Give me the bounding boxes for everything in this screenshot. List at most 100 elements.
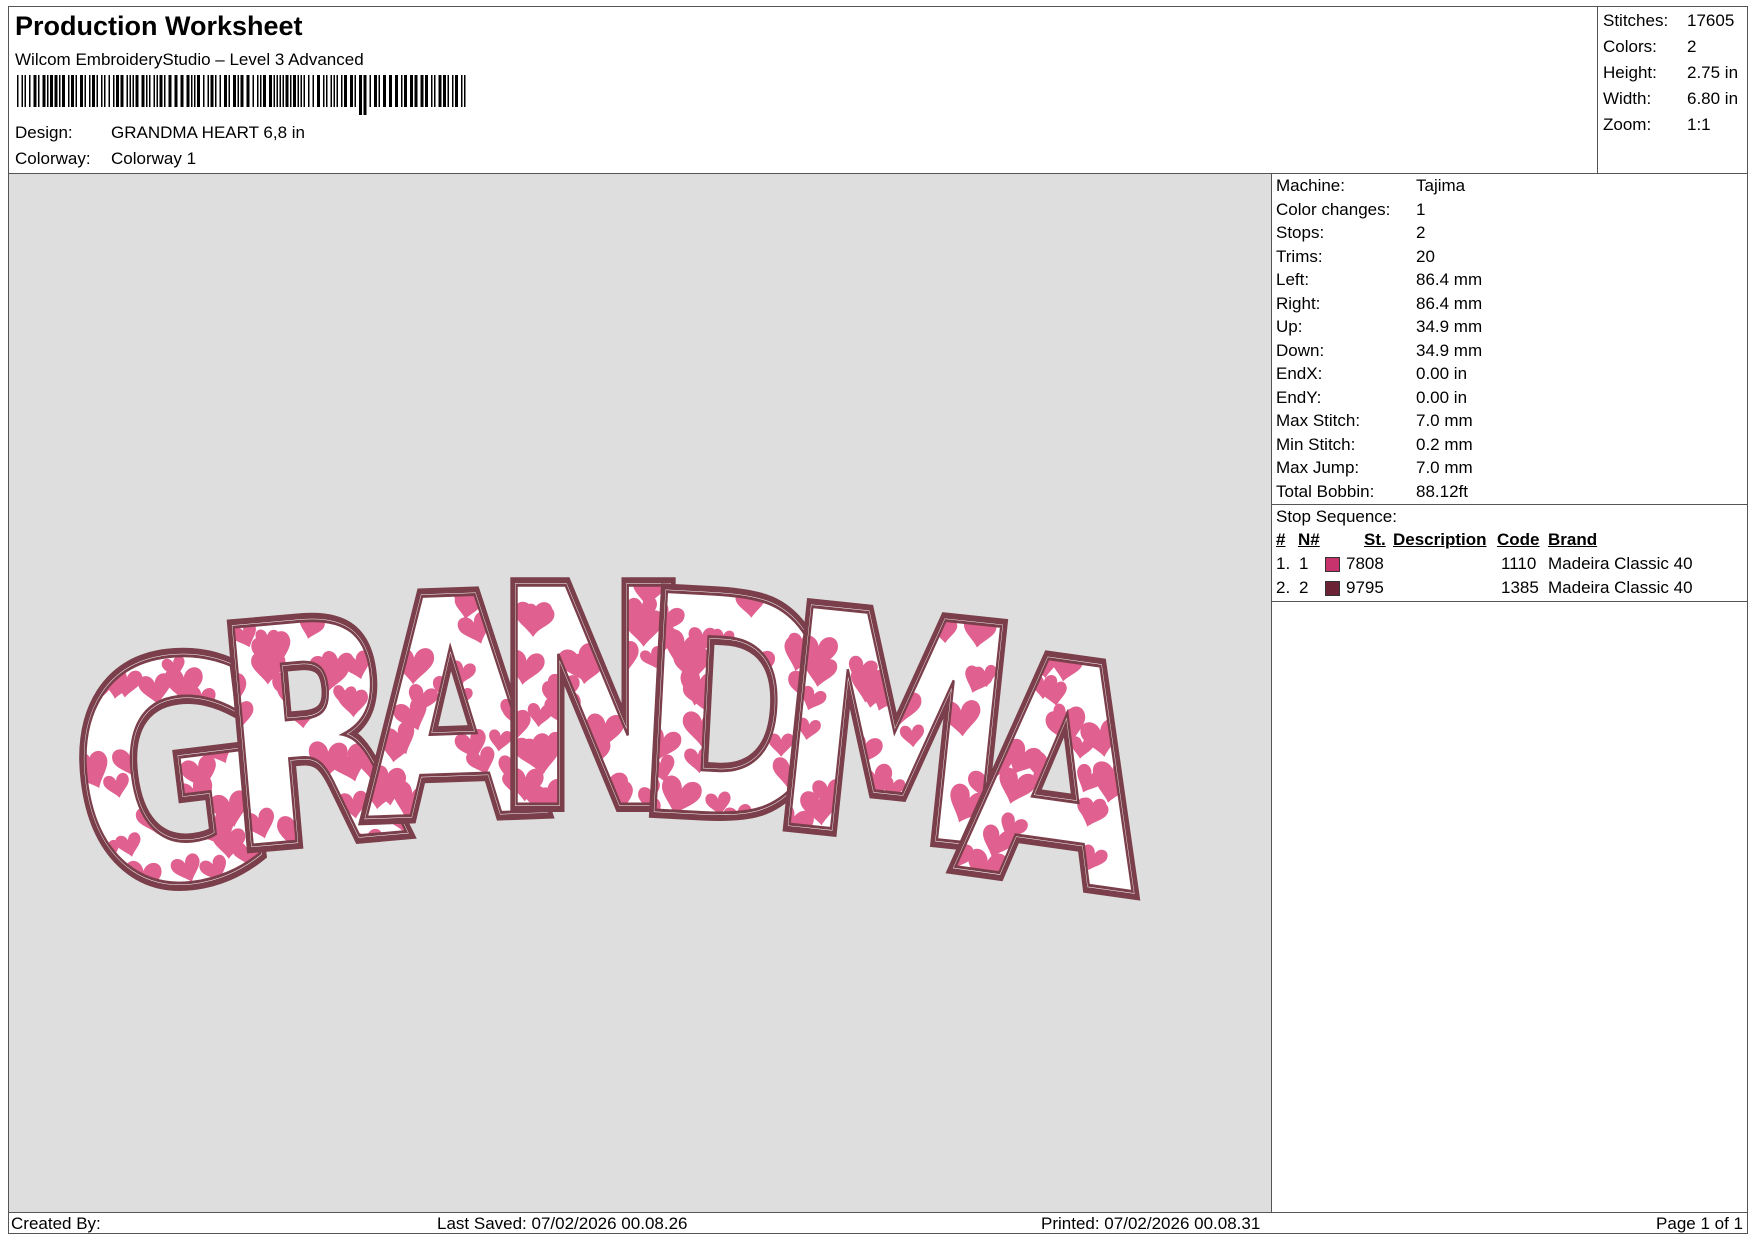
- barcode-bar: [290, 75, 292, 107]
- barcode-bar: [269, 75, 272, 107]
- barcode-bar: [146, 75, 148, 107]
- row-needle: 1: [1299, 554, 1309, 573]
- stat-row: Zoom: 1:1: [1603, 115, 1711, 135]
- barcode-bar: [312, 75, 314, 107]
- barcode-bar: [186, 75, 190, 107]
- machine-info-row: Stops: 2: [1276, 223, 1425, 243]
- barcode-bar: [101, 75, 103, 107]
- barcode-bar: [156, 75, 158, 107]
- barcode-bar: [293, 75, 296, 107]
- machine-info-label: Stops:: [1276, 223, 1325, 242]
- barcode-bar: [443, 75, 446, 107]
- barcode-bar: [323, 75, 325, 107]
- barcode-bar: [240, 75, 244, 107]
- stats-panel: Stitches: 17605 Colors: 2 Height: 2.75 in W…: [1597, 6, 1748, 174]
- column-header-description: Description: [1393, 530, 1487, 549]
- barcode-bar: [62, 75, 65, 107]
- barcode-bar: [389, 75, 392, 107]
- barcode-bar: [257, 75, 259, 107]
- barcode-bar: [455, 75, 458, 107]
- machine-info-value: 2: [1416, 223, 1426, 242]
- barcode-bar: [414, 75, 418, 107]
- stat-label: Colors:: [1603, 37, 1657, 56]
- machine-info-label: Max Stitch:: [1276, 411, 1361, 430]
- barcode-bar: [374, 75, 377, 107]
- stop-sequence-title: Stop Sequence:: [1276, 507, 1397, 526]
- barcode-bar: [276, 75, 278, 107]
- stat-row: Stitches: 17605: [1603, 11, 1734, 31]
- barcode-bar: [447, 75, 449, 107]
- barcode-bar: [434, 75, 436, 107]
- machine-info-value: 34.9 mm: [1416, 317, 1483, 336]
- barcode-bar: [233, 75, 236, 107]
- thread-color-swatch: [1325, 581, 1340, 596]
- grandma-lettering: GGGGRRRRAAAANNNNDDDDMMMMAAAA: [48, 519, 1181, 969]
- stat-value: 1:1: [1687, 115, 1711, 134]
- column-header-needle: N#: [1298, 530, 1320, 549]
- machine-info-row: Total Bobbin: 88.12ft: [1276, 482, 1468, 502]
- barcode-bar: [89, 75, 91, 107]
- barcode-bar: [404, 75, 407, 107]
- row-stitches: 7808: [1346, 554, 1384, 573]
- barcode-bar: [317, 75, 320, 107]
- barcode-bar: [159, 75, 163, 107]
- machine-info-row: Max Jump: 7.0 mm: [1276, 458, 1473, 478]
- row-brand: Madeira Classic 40: [1548, 554, 1693, 573]
- machine-info-label: Total Bobbin:: [1276, 481, 1375, 501]
- production-worksheet: Production Worksheet Wilcom EmbroiderySt…: [8, 6, 1748, 1234]
- barcode-bar: [326, 75, 328, 107]
- barcode-bar: [464, 75, 466, 107]
- machine-info-row: Right: 86.4 mm: [1276, 294, 1482, 314]
- barcode-bar: [149, 75, 151, 107]
- barcode-bar: [300, 75, 302, 107]
- colorway-row: Colorway: Colorway 1: [15, 149, 196, 169]
- barcode-bar: [341, 75, 343, 107]
- barcode-bar: [297, 75, 299, 107]
- colorway-value: Colorway 1: [111, 149, 197, 168]
- machine-info-label: EndX:: [1276, 364, 1323, 383]
- barcode-bar: [153, 75, 155, 107]
- machine-info-value: 1: [1416, 199, 1426, 219]
- machine-info-label: Machine:: [1276, 176, 1345, 195]
- machine-info-label: Color changes:: [1276, 199, 1391, 219]
- stat-label: Zoom:: [1603, 115, 1652, 134]
- column-header-index: #: [1276, 530, 1286, 549]
- barcode-bar: [84, 75, 86, 107]
- barcode-bar: [344, 75, 347, 107]
- barcode-bar: [359, 75, 362, 115]
- barcode-bar: [452, 75, 454, 107]
- machine-info-row: Down: 34.9 mm: [1276, 341, 1482, 361]
- design-value: GRANDMA HEART 6,8 in: [111, 123, 305, 142]
- page-number: Page 1 of 1: [1656, 1214, 1743, 1233]
- barcode-bar: [42, 75, 46, 107]
- barcode-bar: [438, 75, 442, 107]
- barcode-bar: [191, 75, 193, 107]
- barcode-bar: [168, 75, 172, 107]
- barcode-bar: [260, 75, 262, 107]
- barcode-bar: [29, 75, 31, 107]
- created-by: Created By:: [11, 1214, 101, 1233]
- machine-info-row: Left: 86.4 mm: [1276, 270, 1482, 290]
- barcode-bar: [50, 75, 53, 107]
- machine-info-row: Max Stitch: 7.0 mm: [1276, 411, 1473, 431]
- barcode-bar: [21, 75, 23, 107]
- design-preview: GGGGRRRRAAAANNNNDDDDMMMMAAAA: [8, 173, 1272, 1213]
- barcode-bar: [263, 75, 266, 107]
- machine-info-row: EndY: 0.00 in: [1276, 388, 1467, 408]
- barcode-bar: [401, 75, 403, 107]
- barcode-bar: [425, 75, 428, 107]
- stat-row: Height: 2.75 in: [1603, 63, 1738, 83]
- machine-info-value: 7.0 mm: [1416, 458, 1473, 477]
- machine-info-label: Up:: [1276, 317, 1303, 336]
- machine-info-label: EndY:: [1276, 387, 1322, 407]
- embroidery-artwork: GGGGRRRRAAAANNNNDDDDMMMMAAAA: [48, 519, 1181, 969]
- barcode-bar: [219, 75, 221, 107]
- barcode-bar: [141, 75, 145, 107]
- barcode-bar: [252, 75, 254, 107]
- barcode-bar: [303, 75, 305, 107]
- header-panel: Production Worksheet Wilcom EmbroiderySt…: [8, 6, 1598, 174]
- footer: Created By: Last Saved: 07/02/2026 00.08…: [8, 1212, 1748, 1234]
- barcode-bar: [75, 75, 77, 107]
- machine-info-value: 88.12ft: [1416, 481, 1468, 501]
- design-label: Design:: [15, 123, 73, 142]
